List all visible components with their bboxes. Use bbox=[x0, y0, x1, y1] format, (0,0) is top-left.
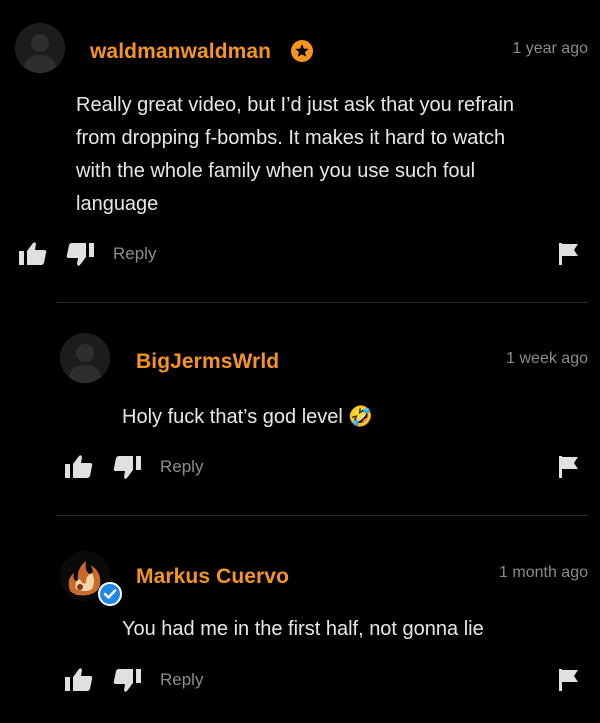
avatar[interactable] bbox=[15, 23, 65, 73]
timestamp: 1 month ago bbox=[499, 564, 588, 581]
comment-text-line: from dropping f-bombs. It makes it hard … bbox=[76, 127, 506, 149]
user-silhouette-icon bbox=[15, 23, 65, 73]
timestamp: 1 week ago bbox=[506, 350, 588, 367]
comment-text-content: Holy fuck that’s god level bbox=[122, 406, 343, 428]
thumbs-up-icon[interactable] bbox=[18, 240, 48, 271]
verified-check-icon bbox=[98, 582, 122, 606]
comment-actions: Reply bbox=[0, 666, 600, 696]
avatar[interactable] bbox=[60, 333, 110, 383]
comment: waldmanwaldman 1 year ago Really great v… bbox=[0, 0, 600, 300]
reply-button[interactable]: Reply bbox=[113, 244, 156, 264]
username[interactable]: BigJermsWrld bbox=[136, 350, 279, 374]
user-silhouette-icon bbox=[60, 333, 110, 383]
thumbs-down-icon[interactable] bbox=[112, 455, 142, 486]
username[interactable]: Markus Cuervo bbox=[136, 565, 289, 589]
comment-text-line: Really great video, but I’d just ask tha… bbox=[76, 94, 515, 116]
flag-icon[interactable] bbox=[558, 455, 580, 484]
thumbs-down-icon[interactable] bbox=[65, 242, 95, 273]
comment: BigJermsWrld 1 week ago Holy fuck that’s… bbox=[0, 300, 600, 515]
flag-icon[interactable] bbox=[558, 242, 580, 271]
reply-button[interactable]: Reply bbox=[160, 670, 203, 690]
thumbs-up-icon[interactable] bbox=[64, 453, 94, 484]
comment-text: You had me in the first half, not gonna … bbox=[122, 613, 582, 646]
rofl-emoji-icon: 🤣 bbox=[348, 404, 374, 428]
comment-actions: Reply bbox=[0, 240, 600, 270]
thumbs-down-icon[interactable] bbox=[112, 668, 142, 699]
comment-actions: Reply bbox=[0, 453, 600, 483]
thumbs-up-icon[interactable] bbox=[64, 666, 94, 697]
comment-text-content: You had me in the first half, not gonna … bbox=[122, 618, 484, 640]
comment: Markus Cuervo 1 month ago You had me in … bbox=[0, 515, 600, 723]
flag-icon[interactable] bbox=[558, 668, 580, 697]
star-badge-icon bbox=[291, 40, 313, 62]
comment-text: Really great video, but I’d just ask tha… bbox=[76, 89, 586, 221]
comment-text-line: with the whole family when you use such … bbox=[76, 160, 476, 182]
reply-button[interactable]: Reply bbox=[160, 457, 203, 477]
comment-text: Holy fuck that’s god level 🤣 bbox=[122, 400, 582, 434]
timestamp: 1 year ago bbox=[512, 40, 588, 57]
comment-text-line: language bbox=[76, 193, 159, 215]
username[interactable]: waldmanwaldman bbox=[90, 40, 271, 64]
